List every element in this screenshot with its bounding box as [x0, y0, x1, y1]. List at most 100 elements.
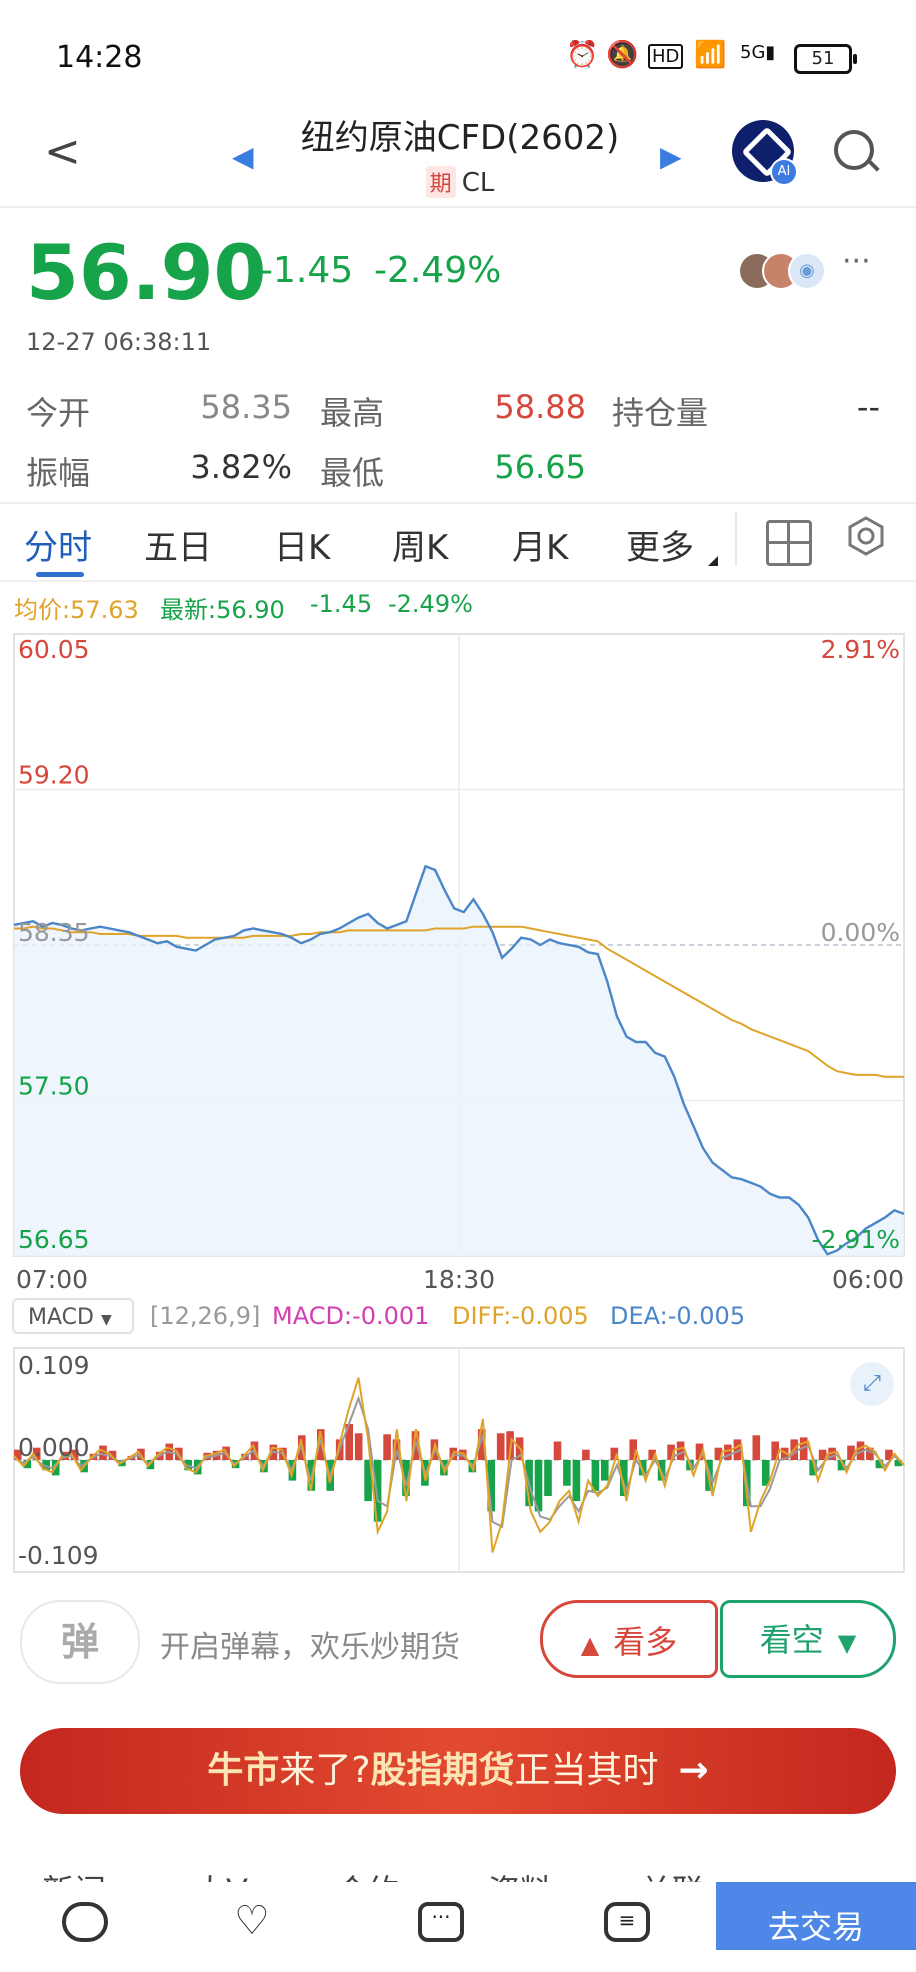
- status-bar: 14:28 ⏰ 🔕 HD 📶 5G▮ 51: [0, 0, 916, 110]
- contract-title: 纽约原油CFD(2602): [300, 118, 620, 158]
- intraday-chart[interactable]: 60.05 59.20 58.35 57.50 56.65 2.91% 0.00% -2.91…: [0, 620, 916, 1300]
- search-icon[interactable]: [834, 130, 874, 170]
- danmu-tip[interactable]: 开启弹幕，欢乐炒期货: [160, 1622, 460, 1666]
- bullish-button[interactable]: ▲ 看多: [540, 1600, 718, 1678]
- y-axis-label: 58.35: [18, 918, 90, 947]
- macd-chart[interactable]: 0.109 0.000 -0.109: [0, 1340, 916, 1578]
- price-change: -1.45: [260, 250, 354, 291]
- indicator-selector[interactable]: MACD ▼: [12, 1298, 134, 1334]
- high-value: 58.88: [494, 388, 586, 426]
- arrow-right-icon: →: [678, 1750, 709, 1791]
- alarm-icon: ⏰: [566, 40, 599, 70]
- mute-icon: 🔕: [606, 40, 639, 70]
- bullish-label: 看多: [613, 1623, 678, 1661]
- change-pct-readout: -2.49%: [388, 590, 473, 618]
- banner-text-bull: 牛市: [207, 1750, 280, 1791]
- x-axis-label: 06:00: [832, 1265, 904, 1294]
- macd-value: MACD:-0.001: [272, 1302, 430, 1330]
- macd-bar: [544, 1460, 552, 1496]
- chevron-down-icon: ▼: [100, 1312, 112, 1328]
- y-axis-pct-label: 2.91%: [821, 635, 900, 664]
- triangle-up-icon: ▲: [580, 1631, 600, 1659]
- promo-banner[interactable]: 牛市来了?股指期货正当其时 →: [20, 1728, 896, 1814]
- next-contract-arrow-icon[interactable]: ▶: [660, 140, 682, 173]
- y-axis-label: 56.65: [18, 1225, 90, 1254]
- diff-value: DIFF:-0.005: [452, 1302, 589, 1330]
- x-axis-label: 18:30: [423, 1265, 495, 1294]
- macd-bar: [676, 1441, 685, 1460]
- header: < ◀ 纽约原油CFD(2602) 期 CL ▶ AI: [0, 110, 916, 206]
- tab-five-day[interactable]: 五日: [144, 520, 212, 569]
- amplitude-value: 3.82%: [190, 448, 292, 486]
- danmu-toggle-button[interactable]: 弹: [20, 1600, 140, 1684]
- back-chevron-icon[interactable]: <: [44, 126, 81, 177]
- macd-bar: [563, 1460, 571, 1486]
- macd-bar: [383, 1434, 391, 1460]
- y-axis-pct-label: 0.00%: [821, 918, 900, 947]
- last-price: 56.90: [26, 228, 267, 317]
- macd-bar: [354, 1433, 363, 1460]
- change-readout: -1.45: [310, 590, 373, 618]
- amplitude-label: 振幅: [26, 454, 91, 492]
- list-icon[interactable]: ≡: [604, 1902, 650, 1942]
- layout-grid-icon[interactable]: [766, 520, 812, 566]
- y-axis-label: 60.05: [18, 635, 90, 664]
- y-axis-label: 59.20: [18, 761, 90, 790]
- tab-more[interactable]: 更多: [626, 520, 694, 569]
- signal-5g-icon: 5G▮: [740, 42, 776, 63]
- wifi-icon: 📶: [694, 40, 727, 70]
- avatar-group[interactable]: ◉: [738, 252, 828, 290]
- hd-icon: HD: [648, 44, 684, 69]
- more-icon[interactable]: ···: [842, 244, 871, 279]
- more-dropdown-indicator: [708, 556, 718, 566]
- ai-label: AI: [770, 158, 798, 186]
- settings-hexagon-icon[interactable]: [846, 516, 886, 556]
- stats-divider: [0, 502, 916, 504]
- y-axis-label: 57.50: [18, 1072, 90, 1101]
- trade-button[interactable]: 去交易: [716, 1882, 916, 1950]
- prev-contract-arrow-icon[interactable]: ◀: [232, 140, 254, 173]
- dea-value: DEA:-0.005: [610, 1302, 746, 1330]
- macd-y-label: 0.000: [18, 1433, 90, 1462]
- macd-y-label: -0.109: [18, 1541, 99, 1570]
- tab-intraday[interactable]: 分时: [24, 520, 92, 569]
- macd-bar: [553, 1441, 562, 1460]
- price-area-fill: [14, 866, 904, 1256]
- active-tab-indicator: [36, 572, 84, 577]
- contract-subtitle: 期 CL: [270, 166, 650, 198]
- tab-daily-k[interactable]: 日K: [274, 520, 330, 569]
- bearish-label: 看空: [759, 1621, 824, 1659]
- bearish-button[interactable]: 看空 ▼: [720, 1600, 896, 1678]
- macd-bar: [572, 1460, 581, 1502]
- triangle-down-icon: ▼: [837, 1629, 857, 1657]
- tab-monthly-k[interactable]: 月K: [512, 520, 568, 569]
- favorite-heart-icon[interactable]: ♡: [234, 1898, 270, 1944]
- banner-text-come: 来了?: [279, 1750, 371, 1791]
- macd-bar: [496, 1433, 505, 1460]
- low-value: 56.65: [494, 448, 586, 486]
- comment-icon[interactable]: [62, 1902, 108, 1942]
- open-interest-value: --: [856, 388, 880, 426]
- open-interest-label: 持仓量: [612, 394, 709, 432]
- more-dots-icon[interactable]: ···: [418, 1902, 464, 1942]
- macd-y-label: 0.109: [18, 1351, 90, 1380]
- status-time: 14:28: [56, 40, 143, 75]
- tabs-divider: [0, 580, 916, 582]
- macd-bar: [601, 1460, 609, 1481]
- ai-assistant-icon[interactable]: AI: [732, 120, 798, 186]
- header-divider: [0, 206, 916, 208]
- eye-icon: ◉: [788, 252, 826, 290]
- open-value: 58.35: [200, 388, 292, 426]
- low-label: 最低: [320, 454, 385, 492]
- macd-params: [12,26,9]: [150, 1302, 261, 1330]
- expand-chart-icon[interactable]: ⤢: [850, 1362, 894, 1406]
- y-axis-pct-label: -2.91%: [812, 1225, 900, 1254]
- tab-weekly-k[interactable]: 周K: [392, 520, 448, 569]
- tab-separator: [735, 512, 737, 566]
- banner-text-index: 股指期货: [370, 1750, 515, 1791]
- quote-datetime: 12-27 06:38:11: [26, 328, 212, 356]
- macd-bar: [724, 1444, 732, 1460]
- banner-text-time: 正当其时: [514, 1750, 659, 1791]
- futures-badge: 期: [425, 166, 456, 198]
- high-label: 最高: [320, 394, 385, 432]
